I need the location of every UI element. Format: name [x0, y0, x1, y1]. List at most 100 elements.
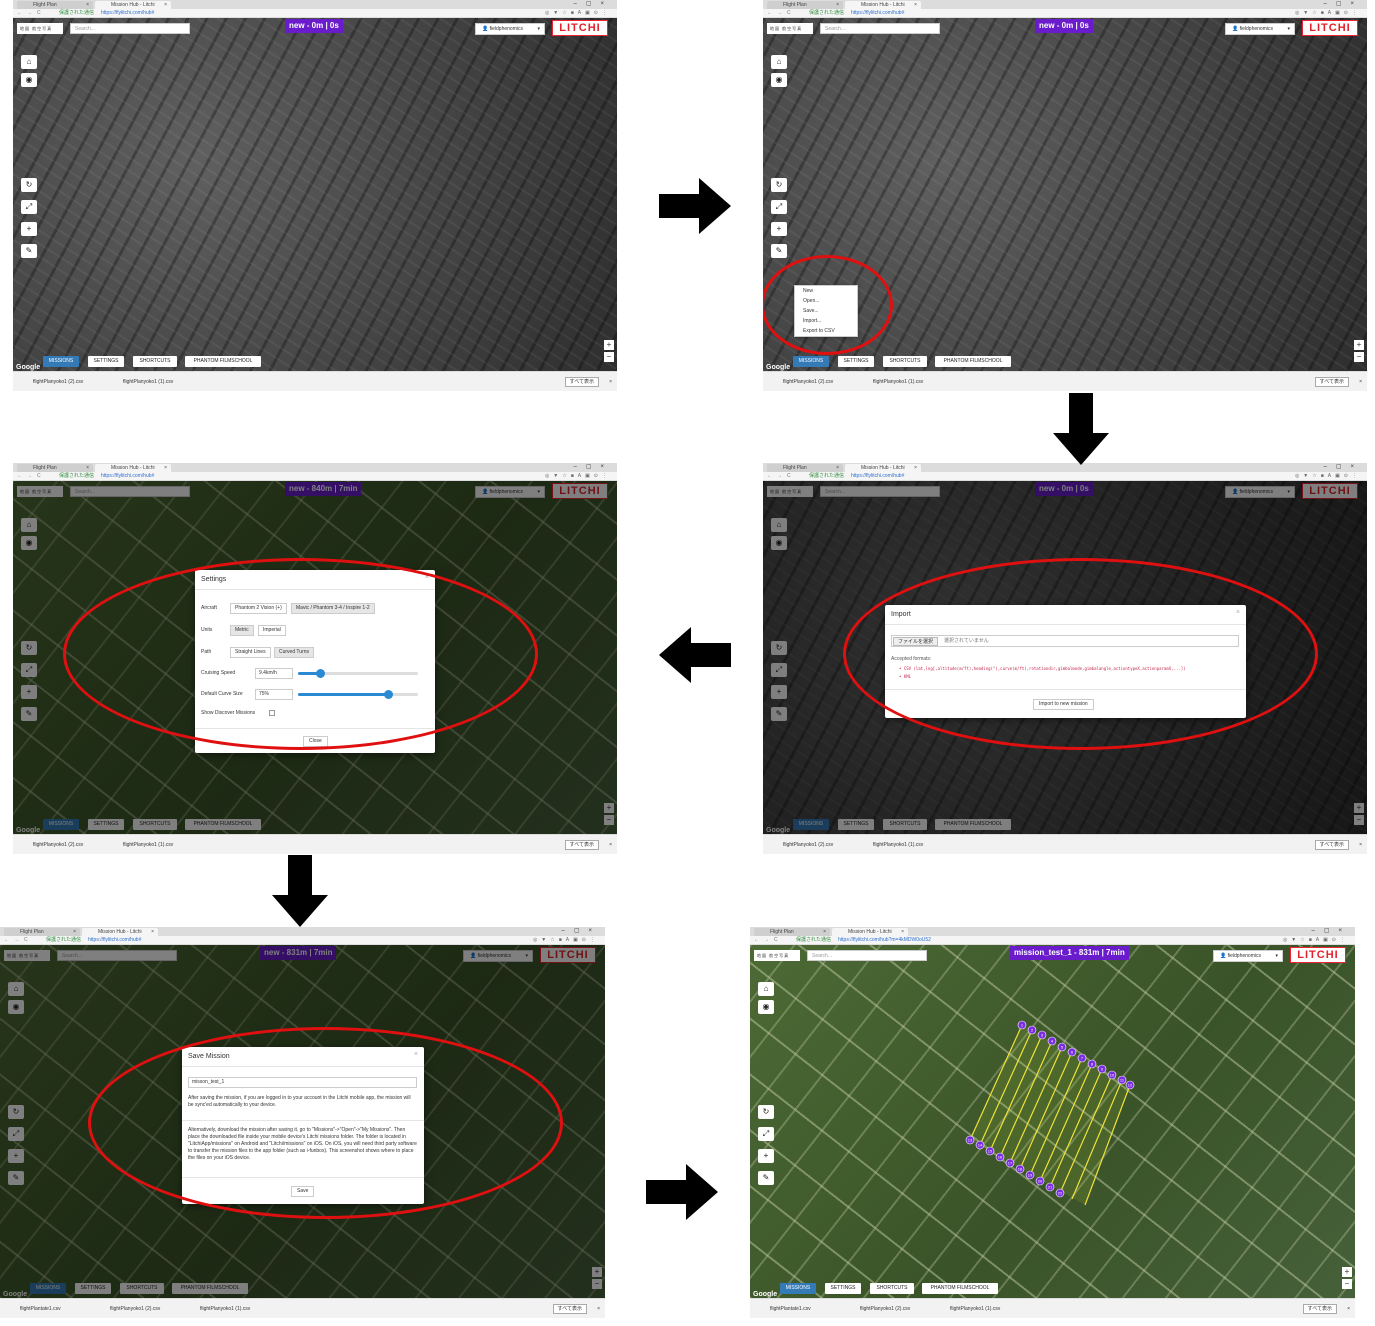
tab-close-icon[interactable]: × [836, 464, 839, 472]
tab-close-icon[interactable]: × [164, 1, 167, 9]
eraser-icon[interactable]: ✎ [21, 244, 37, 258]
window-controls[interactable]: –▢× [1323, 463, 1363, 471]
settings-button[interactable]: SETTINGS [825, 1283, 861, 1294]
show-all-button[interactable]: すべて表示 [1314, 840, 1349, 850]
nav-buttons-icon[interactable]: ←→C [754, 936, 783, 945]
tab-mission-hub[interactable]: Mission Hub - Litchi × [845, 464, 921, 472]
show-all-button[interactable]: すべて表示 [564, 840, 599, 850]
satellite-map[interactable]: 地図 航空写真 Search... new - 0m | 0s 👤 fieldp… [13, 18, 617, 372]
tab-mission-hub[interactable]: Mission Hub - Litchi × [845, 1, 921, 9]
home-icon[interactable]: ⌂ [21, 55, 37, 69]
close-icon[interactable]: × [609, 835, 612, 854]
download-item[interactable]: flightPlanyoko1 (2).csv [860, 1299, 910, 1318]
nav-buttons-icon[interactable]: ←→C [767, 472, 796, 481]
browser-toolbar-icons[interactable]: ◎▼☆■A▣⊙⋮ [1283, 936, 1349, 945]
tab-close-icon[interactable]: × [151, 928, 154, 936]
add-icon[interactable]: + [771, 222, 787, 236]
tab-close-icon[interactable]: × [73, 928, 76, 936]
missions-button[interactable]: MISSIONS [780, 1283, 816, 1294]
tab-flight-plan[interactable]: Flight Plan × [17, 1, 93, 9]
browser-toolbar-icons[interactable]: ◎▼☆■A▣⊙⋮ [545, 472, 611, 481]
missions-button[interactable]: MISSIONS [43, 356, 79, 367]
show-all-button[interactable]: すべて表示 [564, 377, 599, 387]
window-controls[interactable]: –▢× [1311, 927, 1351, 935]
expand-icon[interactable]: ⤢ [771, 200, 787, 214]
search-input[interactable]: Search... [820, 23, 940, 34]
tab-flight-plan[interactable]: Flight Plan × [17, 464, 93, 472]
map-type-toggle[interactable]: 地図 航空写真 [767, 23, 813, 34]
show-all-button[interactable]: すべて表示 [552, 1304, 587, 1314]
globe-icon[interactable]: ◉ [771, 73, 787, 87]
tab-mission-hub[interactable]: Mission Hub - Litchi × [95, 1, 171, 9]
zoom-in-button[interactable]: + [604, 340, 614, 350]
tab-close-icon[interactable]: × [836, 1, 839, 9]
zoom-in-button[interactable]: + [1354, 340, 1364, 350]
download-item[interactable]: flightPlanyoko1 (1).csv [123, 835, 173, 854]
url-text[interactable]: https://flylitchi.com/hub# [851, 9, 904, 18]
tab-mission-hub[interactable]: Mission Hub - Litchi × [95, 464, 171, 472]
address-bar[interactable]: ←→C 保護された通信 https://flylitchi.com/hub# ◎… [763, 9, 1367, 18]
satellite-map[interactable]: 地図 航空写真 Search... mission_test_1 - 831m … [750, 945, 1355, 1299]
user-dropdown[interactable]: 👤 fieldphenomics ▾ [475, 23, 545, 35]
window-controls[interactable]: –▢× [573, 463, 613, 471]
browser-toolbar-icons[interactable]: ◎▼☆■A▣⊙⋮ [545, 9, 611, 18]
tab-flight-plan[interactable]: Flight Plan × [754, 928, 830, 936]
nav-buttons-icon[interactable]: ←→C [17, 9, 46, 18]
shortcuts-button[interactable]: SHORTCUTS [133, 356, 177, 367]
browser-toolbar-icons[interactable]: ◎▼☆■A▣⊙⋮ [1295, 472, 1361, 481]
window-controls[interactable]: –▢× [1323, 0, 1363, 8]
filmschool-button[interactable]: PHANTOM FILMSCHOOL [935, 356, 1011, 367]
tab-close-icon[interactable]: × [914, 1, 917, 9]
address-bar[interactable]: ←→C 保護された通信 https://flylitchi.com/hub?m=… [750, 936, 1355, 945]
tab-mission-hub[interactable]: Mission Hub - Litchi × [832, 928, 908, 936]
tab-close-icon[interactable]: × [914, 464, 917, 472]
url-text[interactable]: https://flylitchi.com/hub# [101, 9, 154, 18]
user-dropdown[interactable]: 👤 fieldphenomics ▾ [1225, 23, 1295, 35]
download-item[interactable]: flightPlantate1.csv [20, 1299, 61, 1318]
tab-close-icon[interactable]: × [86, 464, 89, 472]
address-bar[interactable]: ←→C 保護された通信 https://flylitchi.com/hub# ◎… [763, 472, 1367, 481]
eraser-icon[interactable]: ✎ [771, 244, 787, 258]
download-item[interactable]: flightPlanyoko1 (1).csv [873, 835, 923, 854]
missions-button[interactable]: MISSIONS [793, 356, 829, 367]
download-item[interactable]: flightPlanyoko1 (2).csv [783, 372, 833, 391]
download-item[interactable]: flightPlanyoko1 (2).csv [110, 1299, 160, 1318]
tab-close-icon[interactable]: × [86, 1, 89, 9]
filmschool-button[interactable]: PHANTOM FILMSCHOOL [922, 1283, 998, 1294]
tab-flight-plan[interactable]: Flight Plan × [767, 1, 843, 9]
refresh-icon[interactable]: ↻ [21, 178, 37, 192]
download-item[interactable]: flightPlanyoko1 (2).csv [33, 835, 83, 854]
browser-toolbar-icons[interactable]: ◎▼☆■A▣⊙⋮ [1295, 9, 1361, 18]
zoom-out-button[interactable]: − [604, 352, 614, 362]
map-type-toggle[interactable]: 地図 航空写真 [17, 23, 63, 34]
search-input[interactable]: Search... [70, 23, 190, 34]
url-text[interactable]: https://flylitchi.com/hub# [851, 472, 904, 481]
download-item[interactable]: flightPlanyoko1 (1).csv [873, 372, 923, 391]
refresh-icon[interactable]: ↻ [771, 178, 787, 192]
settings-button[interactable]: SETTINGS [88, 356, 124, 367]
zoom-out-button[interactable]: − [1354, 352, 1364, 362]
tab-flight-plan[interactable]: Flight Plan × [767, 464, 843, 472]
window-controls[interactable]: –▢× [561, 927, 601, 935]
address-bar[interactable]: ←→C 保護された通信 https://flylitchi.com/hub# ◎… [0, 936, 605, 945]
zoom-out-button[interactable]: − [1342, 1279, 1352, 1289]
tab-close-icon[interactable]: × [823, 928, 826, 936]
close-icon[interactable]: × [609, 372, 612, 391]
url-text[interactable]: https://flylitchi.com/hub?m=4kMDW0oU52 [838, 936, 931, 945]
close-icon[interactable]: × [597, 1299, 600, 1318]
tab-mission-hub[interactable]: Mission Hub - Litchi × [82, 928, 158, 936]
tab-close-icon[interactable]: × [901, 928, 904, 936]
shortcuts-button[interactable]: SHORTCUTS [883, 356, 927, 367]
home-icon[interactable]: ⌂ [771, 55, 787, 69]
download-item[interactable]: flightPlantate1.csv [770, 1299, 811, 1318]
nav-buttons-icon[interactable]: ←→C [17, 472, 46, 481]
close-icon[interactable]: × [1359, 372, 1362, 391]
shortcuts-button[interactable]: SHORTCUTS [870, 1283, 914, 1294]
zoom-in-button[interactable]: + [1342, 1267, 1352, 1277]
download-item[interactable]: flightPlanyoko1 (2).csv [783, 835, 833, 854]
url-text[interactable]: https://flylitchi.com/hub# [101, 472, 154, 481]
show-all-button[interactable]: すべて表示 [1314, 377, 1349, 387]
address-bar[interactable]: ←→C 保護された通信 https://flylitchi.com/hub# ◎… [13, 472, 617, 481]
filmschool-button[interactable]: PHANTOM FILMSCHOOL [185, 356, 261, 367]
settings-button[interactable]: SETTINGS [838, 356, 874, 367]
